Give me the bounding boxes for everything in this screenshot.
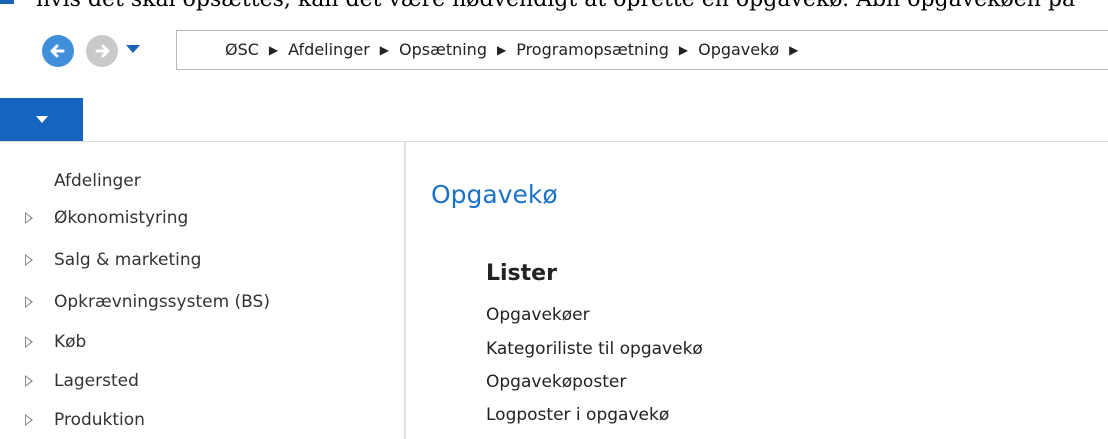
sidebar-item-label: Køb (54, 332, 87, 352)
section-title-lister: Lister (486, 261, 557, 286)
clipped-document-text: hvis det skal opsættes, kan det være nød… (36, 0, 1075, 12)
chevron-down-icon (36, 116, 48, 123)
content-area: Opgavekø Lister Opgavekøer Kategoriliste… (406, 142, 1108, 439)
address-bar[interactable]: ØSC ▶ Afdelinger ▶ Opsætning ▶ Programop… (176, 30, 1108, 70)
sidebar-item-salg-marketing[interactable]: Salg & marketing (0, 245, 400, 275)
expand-triangle-icon[interactable] (25, 375, 33, 387)
history-dropdown-icon[interactable] (126, 45, 140, 53)
link-kategoriliste-til-opgavekoe[interactable]: Kategoriliste til opgavekø (486, 339, 703, 359)
sidebar-item-produktion[interactable]: Produktion (0, 405, 400, 435)
link-logposter-i-opgavekoe[interactable]: Logposter i opgavekø (486, 405, 669, 425)
document-text-strip: hvis det skal opsættes, kan det være nød… (0, 0, 1108, 12)
navigation-pane: Afdelinger Økonomistyring Salg & marketi… (0, 142, 406, 439)
back-button[interactable] (42, 35, 74, 67)
forward-button[interactable] (86, 35, 118, 67)
breadcrumb-item-opsaetning[interactable]: Opsætning (399, 40, 487, 59)
sidebar-item-label: Økonomistyring (54, 208, 189, 228)
arrow-left-icon (50, 44, 65, 58)
ribbon (0, 90, 1108, 142)
ribbon-dropdown-button[interactable] (0, 98, 83, 141)
breadcrumb-separator-icon[interactable]: ▶ (497, 43, 506, 57)
sidebar-item-oekonomistyring[interactable]: Økonomistyring (0, 203, 400, 233)
expand-triangle-icon[interactable] (25, 296, 33, 308)
expand-triangle-icon[interactable] (25, 414, 33, 426)
sidebar-item-lagersted[interactable]: Lagersted (0, 366, 400, 396)
page-title: Opgavekø (431, 180, 558, 209)
sidebar-item-label: Produktion (54, 410, 145, 430)
link-opgavekoeposter[interactable]: Opgavekøposter (486, 372, 626, 392)
breadcrumb-separator-icon[interactable]: ▶ (789, 43, 798, 57)
expand-triangle-icon[interactable] (25, 254, 33, 266)
sidebar-item-label: Salg & marketing (54, 250, 202, 270)
sidebar-item-opkraevningssystem[interactable]: Opkrævningssystem (BS) (0, 287, 400, 317)
breadcrumb-separator-icon[interactable]: ▶ (380, 43, 389, 57)
breadcrumb-item-afdelinger[interactable]: Afdelinger (288, 40, 370, 59)
breadcrumb-item-opgavekoe[interactable]: Opgavekø (698, 40, 779, 59)
sidebar-item-koeb[interactable]: Køb (0, 327, 400, 357)
sidebar-title[interactable]: Afdelinger (54, 171, 141, 191)
sidebar-item-label: Opkrævningssystem (BS) (54, 292, 270, 312)
expand-triangle-icon[interactable] (25, 212, 33, 224)
sidebar-item-label: Lagersted (54, 371, 139, 391)
arrow-right-icon (95, 44, 110, 58)
breadcrumb-item-programopsaetning[interactable]: Programopsætning (516, 40, 669, 59)
breadcrumb-item-osc[interactable]: ØSC (225, 40, 259, 59)
breadcrumb-separator-icon[interactable]: ▶ (269, 43, 278, 57)
window-corner (0, 0, 14, 4)
breadcrumb: ØSC ▶ Afdelinger ▶ Opsætning ▶ Programop… (225, 40, 808, 59)
navigation-bar: ØSC ▶ Afdelinger ▶ Opsætning ▶ Programop… (0, 12, 1108, 90)
expand-triangle-icon[interactable] (25, 336, 33, 348)
breadcrumb-separator-icon[interactable]: ▶ (679, 43, 688, 57)
link-opgavekoeer[interactable]: Opgavekøer (486, 305, 590, 325)
